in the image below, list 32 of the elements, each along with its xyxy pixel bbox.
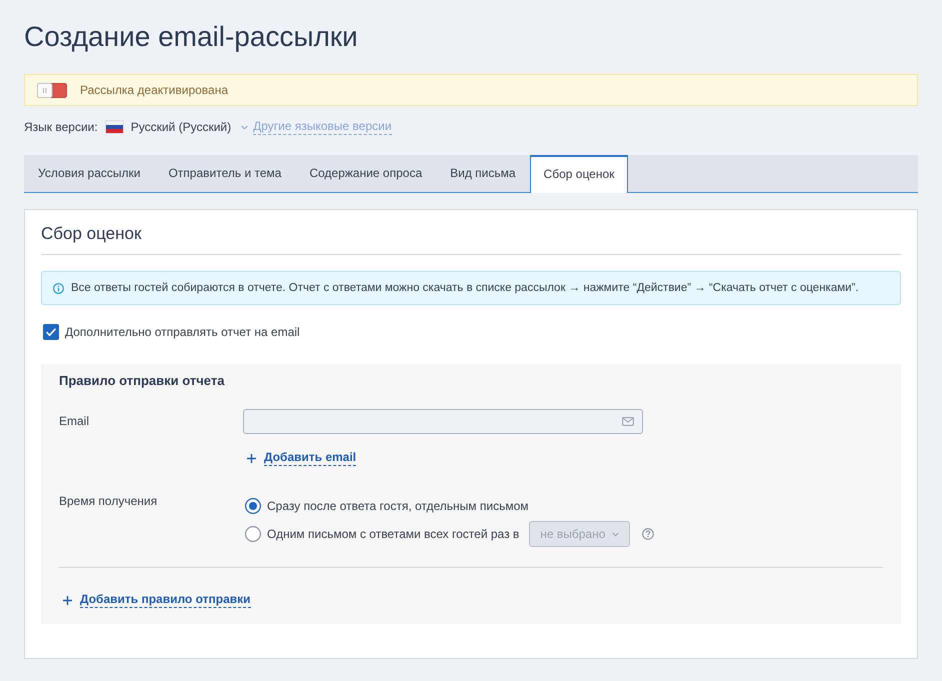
plus-icon (247, 454, 256, 462)
toggle-switch[interactable] (37, 82, 67, 98)
field-label: Email (59, 413, 90, 430)
rule-title: Правило отправки отчета (59, 372, 224, 390)
add-email-link[interactable]: Добавить email (264, 450, 356, 466)
help-icon[interactable] (642, 528, 654, 540)
tab[interactable]: Содержание опроса (295, 155, 436, 192)
chevron-down-icon (241, 124, 248, 130)
checkbox-label: Дополнительно отправлять отчет на email (65, 325, 300, 339)
radio-label: Одним письмом с ответами всех гостей раз в (267, 527, 520, 541)
radio-button[interactable] (245, 498, 261, 514)
field-label: Время получения (59, 493, 158, 509)
add-rule-link[interactable]: Добавить правило отправки (80, 592, 251, 608)
email-field[interactable] (243, 409, 643, 434)
page-title: Создание email-рассылки (24, 20, 358, 54)
tab[interactable]: Сбор оценок (530, 155, 628, 193)
tab[interactable]: Условия рассылки (24, 155, 154, 192)
current-language: Русский (Русский) (130, 120, 232, 134)
radio-label: Сразу после ответа гостя, отдельным письмом (267, 499, 529, 513)
status-text: Рассылка деактивирована (80, 83, 228, 97)
language-label: Язык версии: (24, 120, 98, 134)
checkbox[interactable] (43, 324, 59, 340)
flag-icon (106, 121, 123, 133)
chevron-down-icon (612, 532, 620, 536)
info-icon (53, 282, 64, 294)
plus-icon (63, 596, 72, 604)
tab[interactable]: Отправитель и тема (154, 155, 296, 192)
radio-button[interactable] (245, 526, 261, 542)
info-text: Все ответы гостей собираются в отчете. Отчет с ответами можно скачать в списке рассылок → нажмите “Действие” → “Скачать отчет с оценками”. (71, 282, 859, 294)
section-title: Сбор оценок (41, 223, 142, 245)
envelope-icon (622, 417, 634, 426)
tab[interactable]: Вид письма (436, 155, 530, 192)
